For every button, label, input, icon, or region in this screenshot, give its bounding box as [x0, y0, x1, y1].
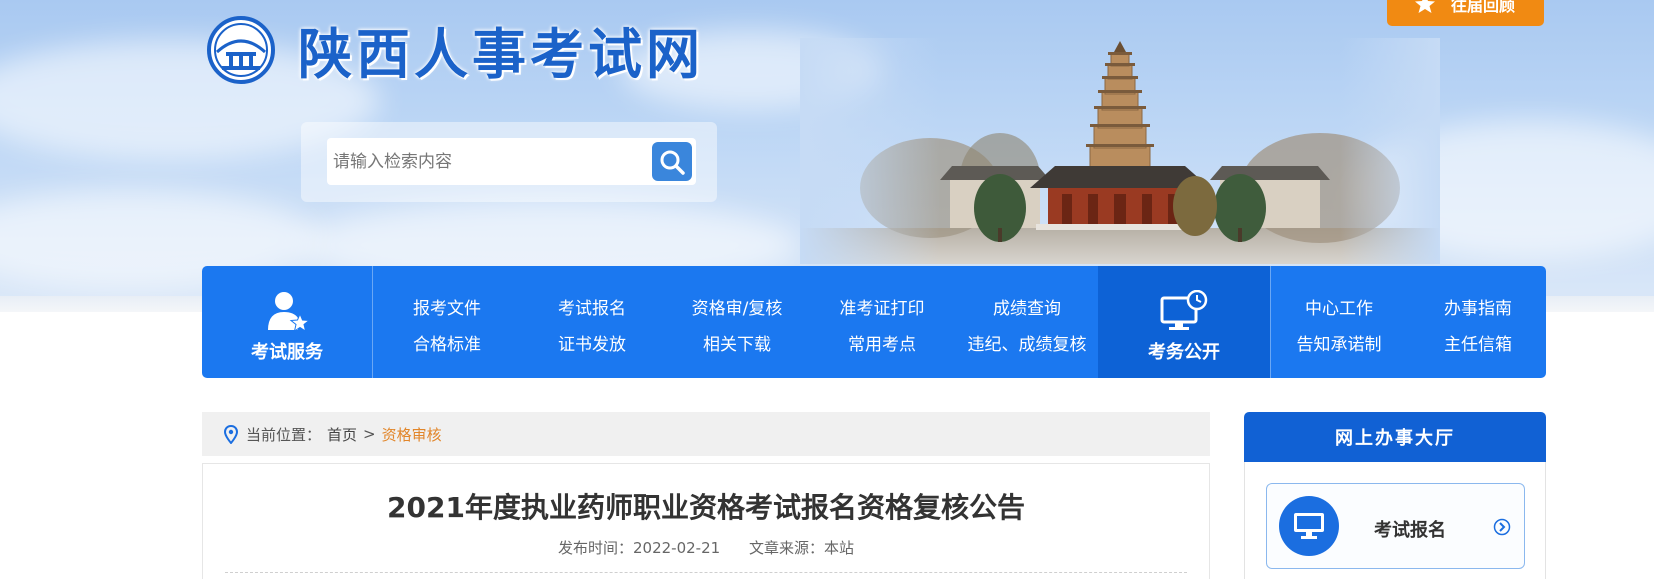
sidebar-title: 网上办事大厅 [1244, 412, 1546, 462]
breadcrumb: 当前位置： 首页 > 资格审核 [202, 412, 1210, 456]
search-button[interactable] [652, 142, 692, 181]
nav-link[interactable]: 告知承诺制 [1297, 330, 1382, 355]
breadcrumb-current[interactable]: 资格审核 [382, 424, 442, 445]
nav-link[interactable]: 成绩查询 [993, 294, 1061, 319]
main-nav: 考试服务 考务公开 报考文件 考试报名 资格审/复核 准考证打印 成绩查询 合格… [202, 266, 1546, 378]
nav-link[interactable]: 中心工作 [1305, 294, 1373, 319]
nav-exam-affairs[interactable]: 考务公开 [1098, 266, 1270, 378]
nav-link[interactable]: 报考文件 [413, 294, 481, 319]
breadcrumb-separator: > [363, 425, 376, 443]
exam-registration-card[interactable]: 考试报名 [1266, 483, 1525, 569]
emblem-icon [207, 15, 275, 84]
person-star-icon [268, 292, 309, 332]
bookmark-star-icon [1415, 0, 1435, 13]
site-title: 陕西人事考试网 [298, 23, 704, 86]
nav-exam-affairs-label: 考务公开 [1148, 342, 1220, 363]
site-logo[interactable]: 陕西人事考试网 [202, 10, 704, 89]
nav-exam-service[interactable]: 考试服务 [202, 266, 372, 378]
article-divider [225, 572, 1187, 573]
arrow-right-circle-icon [1493, 518, 1511, 536]
review-button[interactable]: 往届回顾 [1387, 0, 1544, 26]
nav-link[interactable]: 考试报名 [558, 294, 626, 319]
nav-divider [372, 266, 373, 378]
nav-link[interactable]: 相关下载 [703, 330, 771, 355]
exam-registration-label: 考试报名 [1374, 520, 1446, 541]
article-meta: 发布时间：2022-02-21 文章来源：本站 [203, 537, 1209, 558]
nav-link[interactable]: 合格标准 [413, 330, 481, 355]
search-icon [660, 150, 685, 175]
breadcrumb-prefix: 当前位置： [246, 425, 322, 444]
publish-date: 发布时间：2022-02-21 [558, 539, 721, 557]
nav-link[interactable]: 主任信箱 [1444, 330, 1512, 355]
nav-link[interactable]: 资格审/复核 [692, 294, 783, 319]
article-panel: 2021年度执业药师职业资格考试报名资格复核公告 发布时间：2022-02-21… [202, 463, 1210, 579]
location-pin-icon [224, 424, 238, 444]
nav-link[interactable]: 准考证打印 [840, 294, 925, 319]
breadcrumb-home-link[interactable]: 首页 [327, 424, 357, 445]
nav-link[interactable]: 办事指南 [1444, 294, 1512, 319]
nav-exam-service-label: 考试服务 [251, 342, 323, 363]
article-title: 2021年度执业药师职业资格考试报名资格复核公告 [387, 491, 1025, 524]
nav-divider [1270, 266, 1271, 378]
nav-link[interactable]: 常用考点 [848, 330, 916, 355]
article-source: 文章来源：本站 [748, 539, 854, 557]
pagoda-scene-image [800, 38, 1440, 264]
monitor-icon [1279, 496, 1339, 556]
search-input[interactable] [333, 138, 633, 185]
review-button-label: 往届回顾 [1451, 0, 1516, 15]
nav-link[interactable]: 违纪、成绩复核 [968, 330, 1087, 355]
nav-link[interactable]: 证书发放 [558, 330, 626, 355]
search-panel [301, 122, 717, 202]
monitor-clock-icon [1160, 290, 1208, 330]
search-field-wrap [327, 138, 696, 185]
